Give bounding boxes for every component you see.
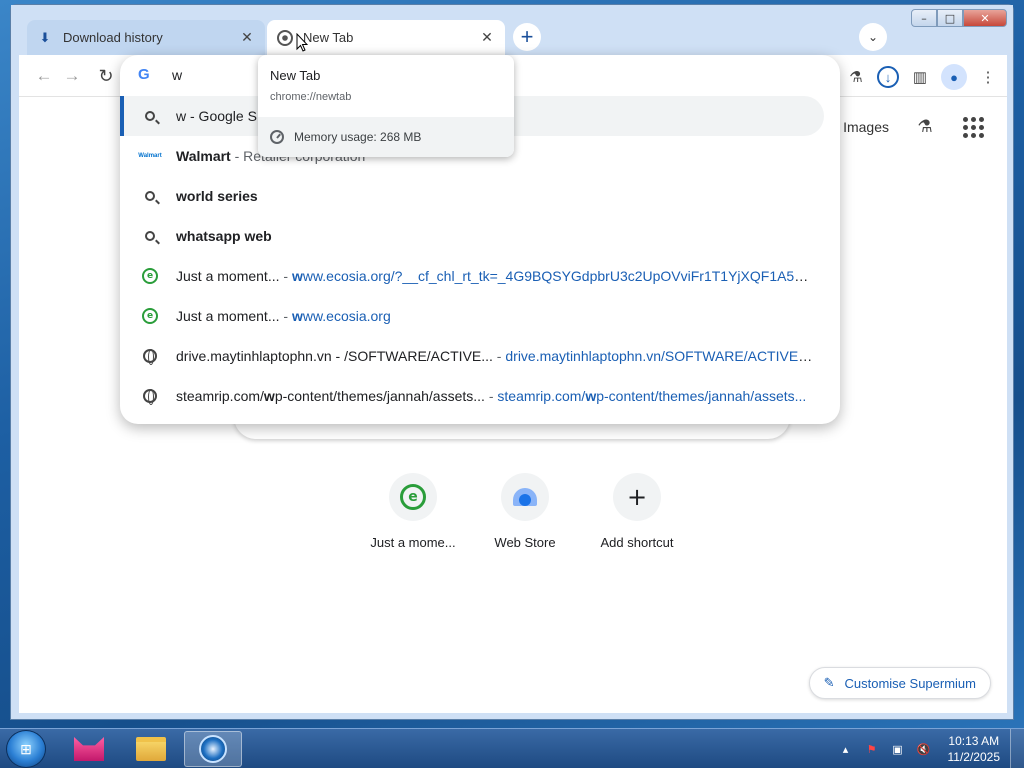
apps-grid-icon[interactable] (961, 115, 985, 139)
ecosia-icon: e (140, 266, 160, 286)
suggestion-text: world series (176, 188, 258, 204)
memory-usage-row: Memory usage: 268 MB (258, 117, 514, 157)
hover-card-url: chrome://newtab (270, 91, 352, 103)
suggestion-row[interactable]: drive.maytinhlaptophn.vn - /SOFTWARE/ACT… (120, 336, 840, 376)
volume-muted-icon[interactable]: 🔇 (914, 739, 934, 759)
maximize-button[interactable]: □ (937, 9, 963, 27)
images-link[interactable]: Images (843, 119, 889, 135)
search-icon (140, 226, 160, 246)
taskbar-app-explorer[interactable] (122, 731, 180, 767)
shortcut-label: Web Store (494, 535, 556, 550)
back-button[interactable]: ← (33, 65, 55, 87)
plus-icon: + (626, 483, 648, 511)
minimize-button[interactable]: – (911, 9, 937, 27)
shortcut-label: Just a mome... (370, 535, 456, 550)
suggestion-text: drive.maytinhlaptophn.vn - /SOFTWARE/ACT… (176, 348, 816, 364)
shortcut-tile: + (613, 473, 661, 521)
side-panel-icon[interactable]: ▥ (907, 64, 933, 90)
show-desktop-button[interactable] (1010, 729, 1024, 768)
hover-card-title: New Tab (270, 68, 321, 83)
customise-label: Customise Supermium (844, 675, 977, 691)
shortcut-tile (501, 473, 549, 521)
gauge-icon (270, 130, 284, 144)
system-tray: ▴ ⚑ ▣ 🔇 10:13 AM 11/2/2025 (836, 729, 1024, 768)
toolbar-right: ⚗ ↓ ▥ ● ⋮ (835, 64, 1001, 90)
omnibox-input[interactable]: w (172, 67, 182, 83)
suggestion-row[interactable]: steamrip.com/wp-content/themes/jannah/as… (120, 376, 840, 416)
walmart-logo-icon: Walmart (138, 153, 162, 159)
new-tab-button[interactable]: + (513, 23, 541, 51)
globe-icon (140, 386, 160, 406)
suggestion-text: Just a moment... - www.ecosia.org (176, 308, 391, 324)
tab-title: Download history (63, 30, 163, 45)
shortcut-web-store[interactable]: Web Store (469, 473, 581, 550)
tab-hover-card: New Tab chrome://newtab Memory usage: 26… (258, 55, 514, 157)
tab-search-button[interactable]: ⌄ (859, 23, 887, 51)
memory-usage-text: Memory usage: 268 MB (294, 130, 422, 144)
cat-app-icon (74, 737, 104, 761)
close-tab-icon[interactable]: ✕ (479, 29, 495, 46)
title-bar: ⬇ Download history ✕ New Tab ✕ + ⌄ – □ ✕ (11, 5, 1013, 55)
clock-time: 10:13 AM (948, 734, 1000, 748)
shortcut-tile: e (389, 473, 437, 521)
clock[interactable]: 10:13 AM 11/2/2025 (948, 733, 1001, 765)
shortcut-just-a-moment[interactable]: e Just a mome... (357, 473, 469, 550)
browser-icon (199, 735, 227, 763)
reload-button[interactable]: ↻ (95, 65, 117, 87)
globe-icon (140, 346, 160, 366)
start-button[interactable]: ⊞ (6, 730, 46, 768)
suggestion-row[interactable]: e Just a moment... - www.ecosia.org (120, 296, 840, 336)
suggestion-row[interactable]: world series (120, 176, 840, 216)
window-controls: – □ ✕ (911, 9, 1007, 27)
action-center-flag-icon[interactable]: ⚑ (862, 739, 882, 759)
tab-download-history[interactable]: ⬇ Download history ✕ (27, 20, 265, 55)
taskbar-app-cat[interactable] (60, 731, 118, 767)
chevron-down-icon: ⌄ (867, 30, 879, 44)
google-icon: G (138, 66, 150, 83)
ecosia-icon: e (140, 306, 160, 326)
suggestion-text: whatsapp web (176, 228, 272, 244)
shortcuts-grid: e Just a mome... Web Store + Add shortcu… (357, 473, 693, 550)
tray-expand-icon[interactable]: ▴ (836, 739, 856, 759)
search-icon (140, 106, 160, 126)
mouse-cursor-icon (296, 33, 308, 52)
download-icon: ⬇ (39, 29, 51, 45)
search-icon (140, 186, 160, 206)
close-tab-icon[interactable]: ✕ (239, 29, 255, 46)
page-top-links: Images ⚗ (843, 115, 985, 139)
labs-icon[interactable]: ⚗ (913, 115, 937, 139)
taskbar-app-browser[interactable] (184, 731, 242, 767)
forward-button[interactable]: → (61, 65, 83, 87)
labs-icon[interactable]: ⚗ (843, 64, 869, 90)
tab-title: New Tab (303, 30, 354, 45)
suggestion-text: Just a moment... - www.ecosia.org/?__cf_… (176, 268, 816, 284)
suggestion-row[interactable]: whatsapp web (120, 216, 840, 256)
suggestion-text: steamrip.com/wp-content/themes/jannah/as… (176, 388, 807, 404)
network-icon[interactable]: ▣ (888, 739, 908, 759)
shortcut-add[interactable]: + Add shortcut (581, 473, 693, 550)
download-icon[interactable]: ↓ (877, 66, 899, 88)
folder-icon (136, 737, 166, 761)
ecosia-icon: e (400, 484, 426, 510)
menu-icon[interactable]: ⋮ (975, 64, 1001, 90)
suggestion-row[interactable]: e Just a moment... - www.ecosia.org/?__c… (120, 256, 840, 296)
pencil-icon: ✎ (823, 675, 835, 690)
webstore-icon (513, 488, 537, 506)
profile-avatar[interactable]: ● (941, 64, 967, 90)
chrome-icon (277, 29, 293, 46)
clock-date: 11/2/2025 (947, 750, 1001, 764)
shortcut-label: Add shortcut (600, 535, 674, 550)
customise-button[interactable]: ✎ Customise Supermium (808, 667, 991, 699)
close-window-button[interactable]: ✕ (963, 9, 1007, 27)
taskbar: ⊞ ▴ ⚑ ▣ 🔇 10:13 AM 11/2/2025 (0, 728, 1024, 768)
